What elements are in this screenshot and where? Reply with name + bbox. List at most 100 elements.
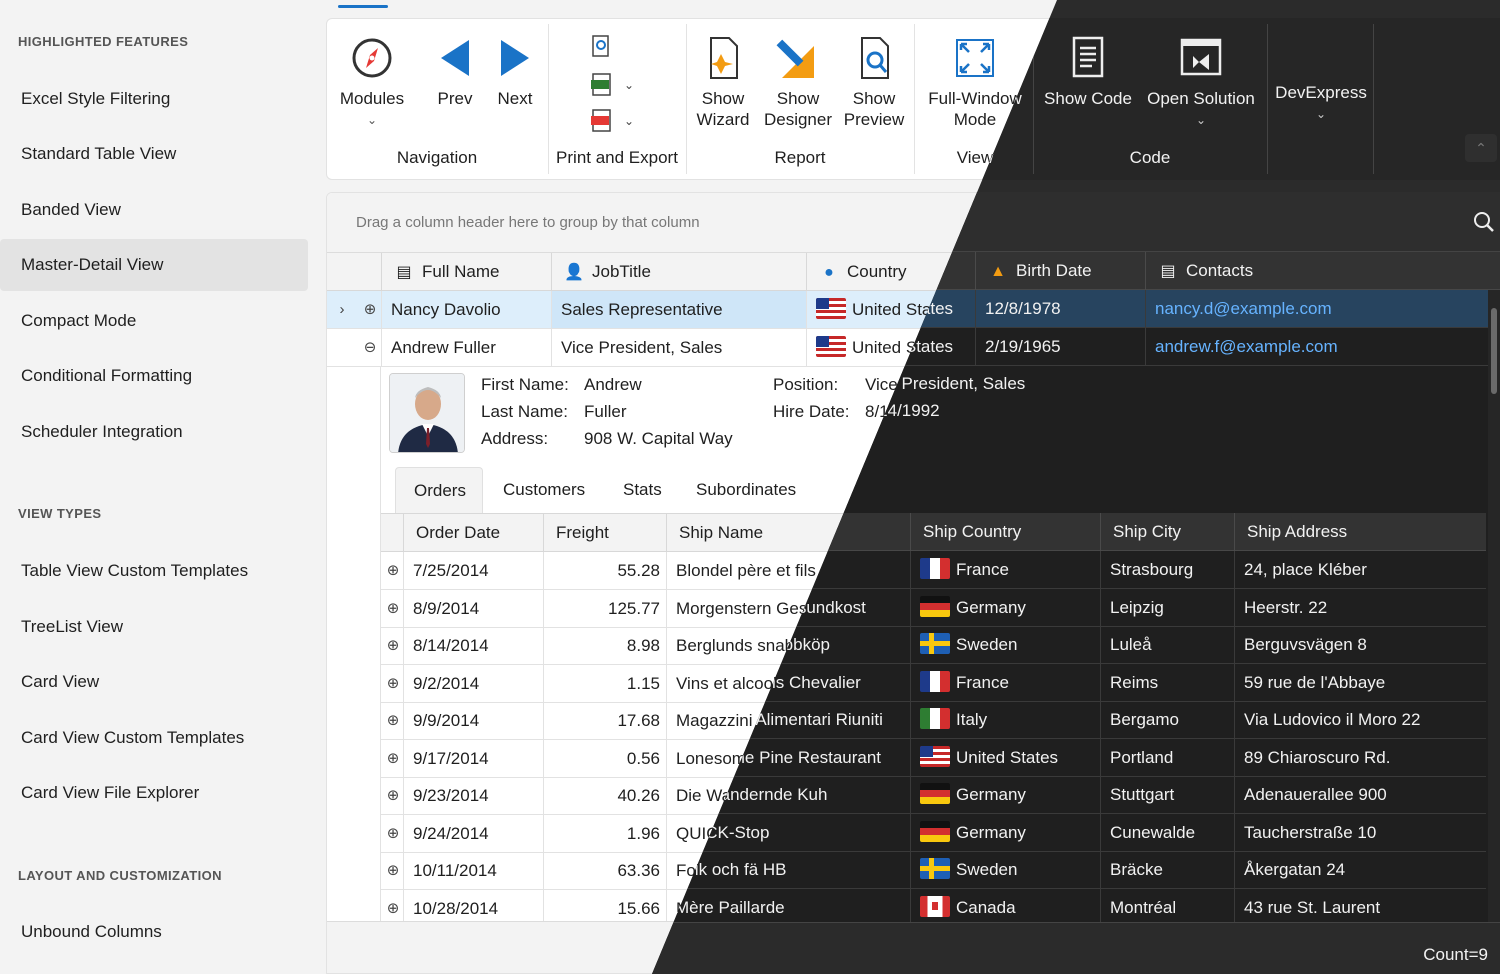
column-header-label: JobTitle bbox=[592, 262, 651, 281]
germany-flag-icon bbox=[920, 783, 950, 804]
sidebar-item-card-view-custom-templates[interactable]: Card View Custom Templates bbox=[0, 712, 308, 764]
export-pdf-button[interactable]: ⌄ bbox=[590, 106, 646, 136]
devexpress-button[interactable]: DevExpress ⌄ bbox=[1272, 82, 1370, 125]
cell-order-date: 9/24/2014 bbox=[403, 814, 543, 852]
us-flag-icon bbox=[816, 336, 846, 357]
expand-icon[interactable]: ⊕ bbox=[382, 552, 404, 589]
tab-customers[interactable]: Customers bbox=[485, 467, 603, 513]
ship-country-label: Germany bbox=[956, 822, 1026, 842]
cell-contact-link[interactable]: andrew.f@example.com bbox=[1145, 328, 1486, 365]
expand-icon[interactable]: ⊕ bbox=[382, 627, 404, 664]
vertical-scrollbar[interactable] bbox=[1488, 290, 1500, 922]
expand-icon[interactable]: ⊕ bbox=[382, 702, 404, 739]
sidebar-item-standard-table-view[interactable]: Standard Table View bbox=[0, 128, 308, 180]
column-header-ship-address[interactable]: Ship Address bbox=[1234, 513, 1486, 551]
modules-button[interactable]: Modules ⌄ bbox=[334, 34, 410, 131]
tab-subordinates[interactable]: Subordinates bbox=[678, 467, 814, 513]
cell-ship-city: Strasbourg bbox=[1100, 551, 1234, 588]
export-xlsx-button[interactable]: ⌄ bbox=[590, 70, 646, 100]
show-wizard-button[interactable]: Show Wizard bbox=[692, 34, 754, 130]
cell-ship-city: Cunewalde bbox=[1100, 813, 1234, 851]
column-header-ship-city[interactable]: Ship City bbox=[1100, 513, 1234, 551]
expand-icon[interactable]: ⊕ bbox=[382, 852, 404, 889]
name-card-icon: ▤ bbox=[396, 264, 412, 281]
next-button[interactable]: Next bbox=[490, 34, 540, 109]
collapse-ribbon-button[interactable]: ⌃ bbox=[1465, 134, 1497, 162]
cell-ship-city: Portland bbox=[1100, 738, 1234, 776]
chevron-down-icon: ⌄ bbox=[624, 78, 635, 92]
address-value: 908 W. Capital Way bbox=[584, 429, 733, 448]
cell-ship-address: 89 Chiaroscuro Rd. bbox=[1234, 738, 1486, 776]
search-icon[interactable] bbox=[1472, 210, 1496, 234]
sidebar-item-conditional-formatting[interactable]: Conditional Formatting bbox=[0, 350, 308, 402]
person-photo-icon bbox=[390, 374, 464, 452]
column-header-jobtitle[interactable]: 👤 JobTitle bbox=[551, 253, 806, 291]
column-header-ship-country[interactable]: Ship Country bbox=[910, 513, 1100, 551]
expand-icon[interactable]: ⊕ bbox=[382, 777, 404, 814]
scrollbar-thumb[interactable] bbox=[1491, 308, 1497, 394]
show-designer-line1: Show bbox=[776, 89, 820, 108]
tab-orders[interactable]: Orders bbox=[395, 467, 483, 513]
show-preview-line1: Show bbox=[852, 89, 896, 108]
sidebar-item-unbound-columns[interactable]: Unbound Columns bbox=[0, 906, 308, 958]
next-label: Next bbox=[497, 89, 533, 108]
canada-flag-icon bbox=[920, 895, 950, 917]
sidebar-item-table-view-custom-templates[interactable]: Table View Custom Templates bbox=[0, 545, 308, 597]
designer-icon bbox=[776, 39, 814, 78]
cell-freight: 125.77 bbox=[543, 589, 666, 627]
sidebar-item-card-view-file-explorer[interactable]: Card View File Explorer bbox=[0, 767, 308, 819]
sidebar-item-excel-style-filtering[interactable]: Excel Style Filtering bbox=[0, 73, 308, 125]
sidebar-item-compact-mode[interactable]: Compact Mode bbox=[0, 295, 308, 347]
column-header-contacts[interactable]: ▤ Contacts bbox=[1145, 252, 1486, 290]
expand-icon[interactable]: ⊕ bbox=[382, 815, 404, 852]
cell-freight: 63.36 bbox=[543, 852, 666, 889]
row-indicator-icon: › bbox=[339, 301, 345, 318]
cell-ship-city: Bräcke bbox=[1100, 851, 1234, 888]
expand-icon[interactable]: ⊕ bbox=[359, 291, 381, 328]
cell-full-name: Nancy Davolio bbox=[381, 291, 551, 328]
open-solution-button[interactable]: Open Solution ⌄ bbox=[1140, 34, 1262, 131]
show-designer-button[interactable]: Show Designer bbox=[760, 34, 836, 130]
sidebar-item-master-detail-view[interactable]: Master-Detail View bbox=[0, 239, 308, 291]
column-header-full-name[interactable]: ▤ Full Name bbox=[381, 253, 551, 291]
employee-photo bbox=[389, 373, 465, 453]
column-header-birth-date[interactable]: ▲ Birth Date bbox=[975, 252, 1145, 290]
show-code-label: Show Code bbox=[1044, 89, 1132, 108]
cell-freight: 0.56 bbox=[543, 739, 666, 777]
collapse-icon[interactable]: ⊖ bbox=[359, 329, 381, 366]
cell-ship-city: Leipzig bbox=[1100, 588, 1234, 626]
contact-card-icon: ▤ bbox=[1160, 263, 1176, 280]
expand-icon[interactable]: ⊕ bbox=[382, 740, 404, 777]
cell-freight: 55.28 bbox=[543, 552, 666, 589]
column-header-order-date[interactable]: Order Date bbox=[403, 514, 543, 552]
cell-ship-country: Canada bbox=[910, 888, 1100, 926]
cell-order-date: 9/23/2014 bbox=[403, 777, 543, 814]
chevron-up-icon: ⌃ bbox=[1475, 140, 1487, 156]
sidebar-item-scheduler-integration[interactable]: Scheduler Integration bbox=[0, 406, 308, 458]
cell-ship-city: Reims bbox=[1100, 663, 1234, 701]
print-preview-icon bbox=[592, 35, 609, 57]
show-preview-button[interactable]: Show Preview bbox=[840, 34, 908, 130]
show-code-button[interactable]: Show Code bbox=[1040, 34, 1136, 109]
cell-order-date: 8/9/2014 bbox=[403, 589, 543, 627]
cell-contact-link[interactable]: nancy.d@example.com bbox=[1145, 290, 1486, 327]
show-preview-line2: Preview bbox=[843, 110, 905, 129]
sidebar-item-card-view[interactable]: Card View bbox=[0, 656, 308, 708]
open-solution-label: Open Solution bbox=[1147, 89, 1255, 108]
column-header-freight[interactable]: Freight bbox=[543, 514, 666, 552]
cell-ship-address: Adenauerallee 900 bbox=[1234, 776, 1486, 813]
print-preview-button[interactable] bbox=[590, 32, 646, 62]
sidebar-item-treelist-view[interactable]: TreeList View bbox=[0, 601, 308, 653]
cell-ship-name: Folk och fä HB bbox=[665, 851, 910, 888]
expand-icon[interactable]: ⊕ bbox=[382, 590, 404, 627]
prev-button[interactable]: Prev bbox=[430, 34, 480, 109]
cell-freight: 8.98 bbox=[543, 627, 666, 664]
chevron-down-icon: ⌄ bbox=[624, 114, 635, 128]
bell-icon: ▲ bbox=[990, 263, 1006, 280]
tab-stats[interactable]: Stats bbox=[605, 467, 680, 513]
sidebar-item-banded-view[interactable]: Banded View bbox=[0, 184, 308, 236]
show-wizard-line1: Show bbox=[701, 89, 745, 108]
cell-ship-country: Italy bbox=[910, 701, 1100, 738]
expand-icon[interactable]: ⊕ bbox=[382, 665, 404, 702]
detail-indent bbox=[357, 367, 381, 937]
